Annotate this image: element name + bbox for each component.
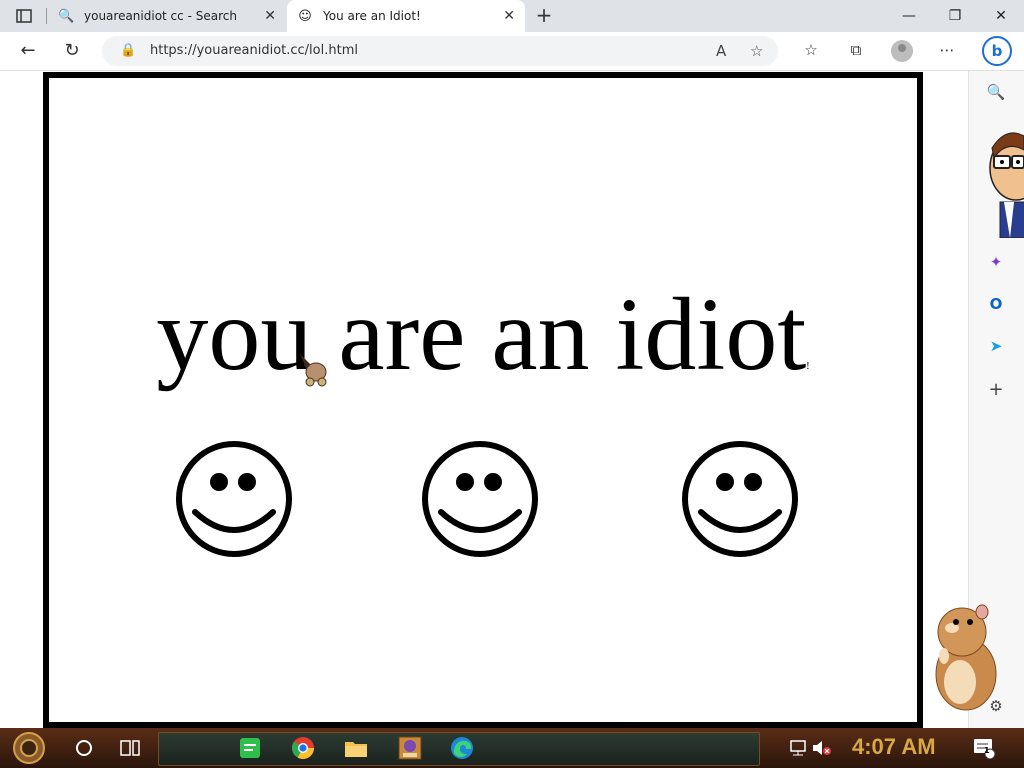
task-view-icon[interactable]: [116, 734, 144, 762]
notification-badge: 1: [984, 746, 990, 755]
collections-icon[interactable]: ⧉: [845, 41, 867, 61]
volume-muted-icon[interactable]: [808, 734, 836, 762]
address-url[interactable]: https://youareanidiot.cc/lol.html: [150, 43, 358, 58]
page-headline: you are an idiot!: [49, 280, 917, 422]
start-button[interactable]: [12, 731, 46, 765]
file-explorer-icon[interactable]: [342, 734, 370, 762]
tab-actions-menu-icon[interactable]: [10, 6, 38, 26]
restore-button[interactable]: ❐: [932, 0, 978, 32]
refresh-icon[interactable]: ↻: [59, 39, 85, 63]
hamster-character: [935, 604, 997, 711]
tab-search[interactable]: 🔍 youareanidiot cc - Search ✕: [50, 0, 286, 32]
notes-icon[interactable]: [236, 734, 264, 762]
taskbar: 4:07 AM 1: [0, 728, 1024, 768]
edge-icon[interactable]: [448, 734, 476, 762]
page-viewport: you are an idiot!: [0, 71, 968, 728]
close-tab-icon[interactable]: ✕: [503, 8, 515, 24]
browser-window: 🔍 youareanidiot cc - Search ✕ ☺ You are …: [0, 0, 1024, 728]
taskbar-clock[interactable]: 4:07 AM: [852, 734, 936, 760]
smiley-icon: ☺: [298, 8, 312, 24]
outlook-icon[interactable]: O: [985, 293, 1007, 315]
animated-cursor-icon: [300, 354, 327, 387]
notification-center-icon[interactable]: 1: [970, 734, 998, 762]
headline-text: you are an idiot: [156, 277, 807, 392]
headline-mark: !: [806, 361, 810, 372]
close-tab-icon[interactable]: ✕: [264, 8, 276, 24]
tab-separator: [46, 8, 47, 24]
search-icon[interactable]: 🔍: [985, 81, 1007, 103]
new-tab-button[interactable]: +: [532, 4, 556, 28]
read-aloud-icon[interactable]: A: [716, 42, 726, 60]
address-bar[interactable]: 🔒 https://youareanidiot.cc/lol.html A ☆: [102, 36, 778, 66]
profile-avatar[interactable]: [891, 40, 913, 62]
smiley-face-icon: [682, 441, 798, 557]
close-window-button[interactable]: ✕: [978, 0, 1024, 32]
more-menu-icon[interactable]: ⋯: [936, 41, 958, 61]
back-arrow-icon[interactable]: ←: [15, 39, 41, 63]
cortana-icon[interactable]: [70, 734, 98, 762]
copilot-icon[interactable]: ✦: [985, 251, 1007, 273]
add-favorite-icon[interactable]: ☆: [750, 42, 763, 60]
chrome-icon[interactable]: [289, 734, 317, 762]
bing-icon[interactable]: b: [982, 36, 1012, 66]
minimize-button[interactable]: —: [886, 0, 932, 32]
address-toolbar: ← ↻ 🔒 https://youareanidiot.cc/lol.html …: [0, 32, 1024, 71]
tab-title: You are an Idiot!: [323, 9, 421, 23]
smiley-face-icon: [176, 441, 292, 557]
add-sidebar-app-icon[interactable]: +: [985, 379, 1007, 401]
bonzi-app-icon[interactable]: [396, 734, 424, 762]
smiley-face-icon: [422, 441, 538, 557]
page-frame: you are an idiot!: [43, 72, 923, 728]
lock-icon[interactable]: 🔒: [120, 43, 136, 58]
search-icon: 🔍: [58, 8, 75, 24]
tab-you-are-an-idiot[interactable]: ☺ You are an Idiot! ✕: [287, 0, 525, 32]
send-icon[interactable]: ➤: [985, 335, 1007, 357]
tab-strip: 🔍 youareanidiot cc - Search ✕ ☺ You are …: [0, 0, 1024, 32]
favorites-icon[interactable]: ☆: [800, 41, 822, 61]
tab-title: youareanidiot cc - Search: [84, 9, 237, 23]
cartoon-man-character: [989, 132, 1024, 238]
